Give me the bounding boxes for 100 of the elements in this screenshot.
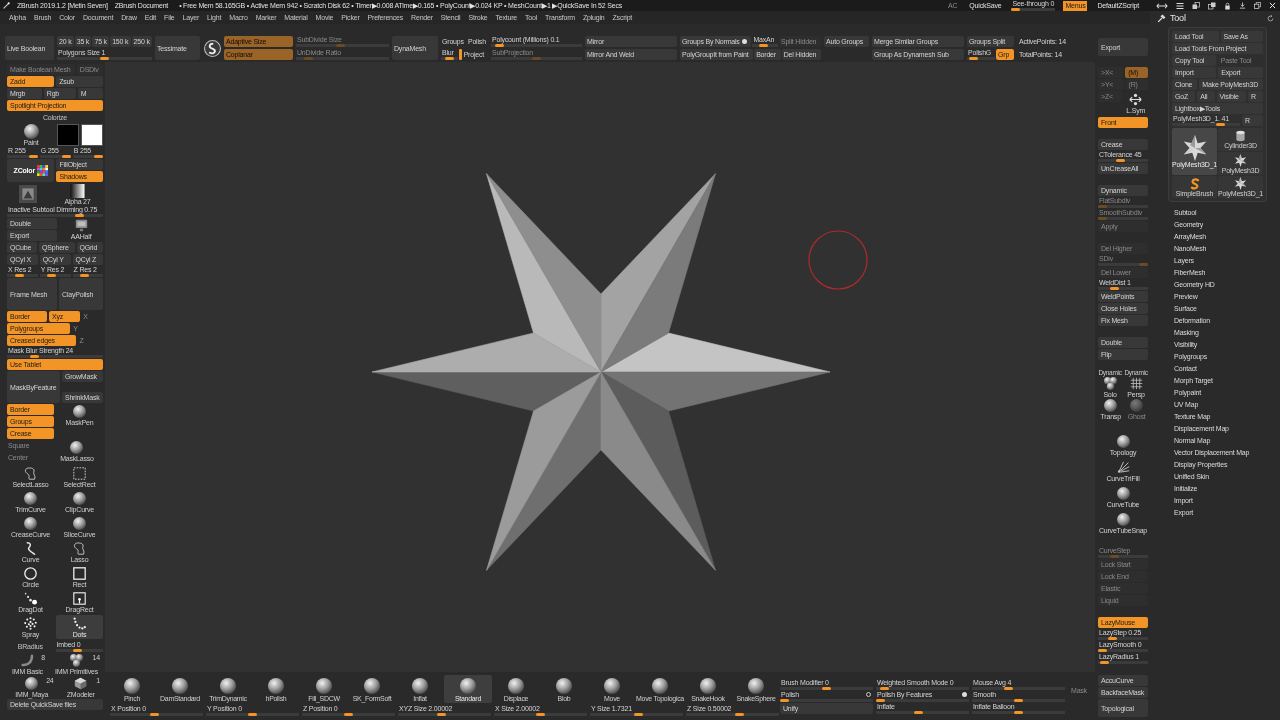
slider-thumb[interactable] [444, 57, 454, 60]
slider-thumb[interactable] [876, 699, 885, 702]
slider-thumb[interactable] [1011, 8, 1021, 11]
monitor-icon [74, 218, 88, 232]
sphere-icon [1130, 399, 1144, 412]
stripes-icon[interactable] [1176, 1, 1184, 10]
sphere-icon [24, 491, 37, 505]
sphere-icon [1116, 513, 1130, 526]
restore-icon[interactable] [1254, 2, 1261, 9]
dotted-curve-icon [73, 616, 86, 630]
brush-stroke-icon [3, 2, 10, 9]
lock-icon[interactable] [1224, 1, 1231, 10]
slider-thumb[interactable] [72, 649, 82, 652]
minimize-icon[interactable] [1239, 2, 1246, 9]
slider-thumb[interactable] [1014, 699, 1023, 702]
palette-title: Tool [1170, 12, 1186, 24]
square-icon [73, 591, 86, 605]
sphere-icon [268, 678, 284, 694]
sphere-icon [316, 678, 332, 694]
slider-thumb[interactable] [1116, 159, 1126, 162]
cylinder-icon [1235, 130, 1246, 142]
sphere-icon [1116, 435, 1130, 448]
sphere-icon [1116, 487, 1130, 500]
slider-thumb[interactable] [61, 155, 71, 158]
slider-thumb[interactable] [1110, 287, 1120, 290]
slider-thumb[interactable] [780, 699, 789, 702]
slider-track[interactable] [441, 57, 458, 60]
slider-thumb[interactable] [150, 713, 160, 716]
toggle-switch[interactable] [458, 49, 462, 60]
slider-thumb[interactable] [437, 713, 447, 716]
sphere-icon [364, 678, 380, 694]
sphere-icon [556, 678, 572, 694]
windows-icon[interactable] [1208, 1, 1216, 10]
ring-icon[interactable] [866, 692, 871, 697]
brush-cursor-icon [808, 230, 868, 290]
spheres-icon [1103, 376, 1117, 390]
sphere-icon [700, 678, 716, 694]
color-swatch[interactable] [57, 124, 79, 146]
sphere-icon [124, 678, 140, 694]
lasso-icon [73, 541, 86, 555]
square-icon [73, 566, 86, 580]
slider-track[interactable] [967, 57, 996, 60]
slider-thumb[interactable] [822, 687, 831, 690]
slider-thumb[interactable] [759, 44, 768, 47]
windows-icon[interactable] [1192, 1, 1200, 10]
sphere-icon [460, 678, 476, 694]
slider-thumb[interactable] [495, 44, 505, 47]
slider-thumb[interactable] [100, 57, 109, 60]
slider-thumb[interactable] [47, 274, 57, 277]
cube-icon [74, 676, 88, 690]
slider-thumb[interactable] [633, 713, 643, 716]
slider-thumb[interactable] [968, 57, 978, 60]
slider-thumb[interactable] [913, 711, 923, 714]
lasso-icon [24, 466, 37, 480]
slider-thumb[interactable] [344, 713, 353, 716]
slider-thumb[interactable] [248, 713, 257, 716]
sphere-icon [73, 491, 86, 505]
double-arrow-icon[interactable] [1156, 2, 1168, 9]
slider-thumb[interactable] [94, 155, 103, 158]
slider-thumb[interactable] [536, 713, 545, 716]
sphere-icon [172, 678, 188, 694]
gradient-swatch-icon [70, 183, 85, 198]
sphere-icon [70, 440, 84, 454]
sphere-icon [508, 678, 524, 694]
slider-thumb[interactable] [734, 713, 744, 716]
dots-icon [24, 616, 37, 630]
sphere-icon [24, 516, 37, 530]
sphere-icon [748, 678, 764, 694]
curve-icon [24, 541, 37, 555]
slider-track[interactable] [752, 44, 778, 47]
slider-thumb[interactable] [1098, 649, 1107, 652]
double-arrow-icon [1129, 93, 1143, 106]
dot-icon[interactable] [742, 39, 748, 44]
sphere-icon [73, 516, 86, 530]
refresh-icon[interactable] [1267, 14, 1274, 22]
spheres-icon [69, 653, 83, 667]
slider-thumb[interactable] [80, 274, 90, 277]
color-grid-icon [36, 165, 48, 176]
slider-thumb[interactable] [14, 274, 24, 277]
slider-thumb[interactable] [880, 687, 890, 690]
arc-icon [20, 653, 34, 667]
slider-thumb[interactable] [28, 155, 38, 158]
color-swatch[interactable] [81, 124, 103, 146]
slider-thumb[interactable] [29, 355, 39, 358]
sphere-icon [604, 678, 620, 694]
slider-track[interactable] [7, 355, 103, 358]
dot-icon[interactable] [962, 692, 967, 697]
slider-thumb[interactable] [1108, 637, 1118, 640]
slider-thumb[interactable] [74, 214, 84, 217]
dots-icon [24, 591, 37, 605]
circle-icon [24, 566, 37, 580]
slider-thumb[interactable] [1100, 661, 1110, 664]
texture-icon[interactable] [19, 185, 38, 203]
slider-thumb[interactable] [1014, 711, 1023, 714]
close-icon[interactable] [1269, 2, 1276, 9]
slider-thumb[interactable] [1003, 687, 1013, 690]
hammer-icon [1157, 13, 1166, 23]
sphere-icon [412, 678, 428, 694]
swirl-icon[interactable] [203, 39, 221, 57]
slider-thumb[interactable] [1216, 123, 1226, 126]
